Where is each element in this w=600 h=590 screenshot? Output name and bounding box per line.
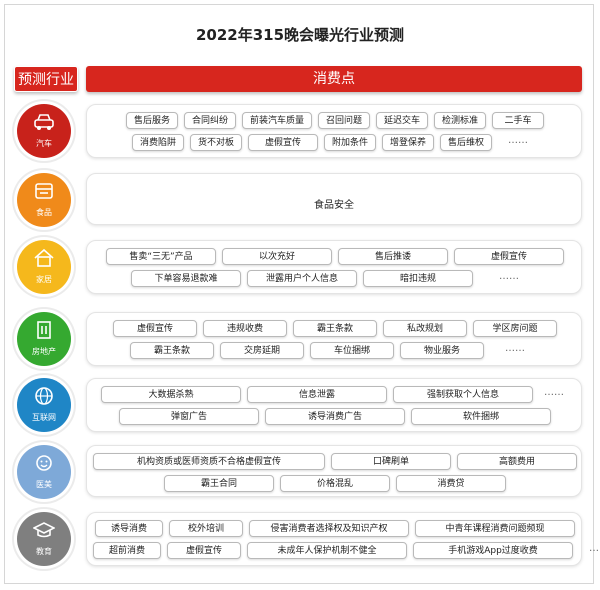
- consumer-point-tag: 延迟交车: [376, 112, 428, 129]
- industry-circle-1: 汽车: [17, 104, 71, 158]
- consumer-point-tag: 召回问题: [318, 112, 370, 129]
- consumer-point-tag: 售后维权: [440, 134, 492, 151]
- consumer-point-tag: 泄露用户个人信息: [247, 270, 357, 287]
- consumer-points-panel-1: 售后服务 合同纠纷 前装汽车质量 召回问题 延迟交车 检测标准 二手车消费陷阱 货不对板 虚假宣…: [86, 104, 582, 158]
- food-icon: [33, 181, 55, 201]
- home-icon: [33, 248, 55, 268]
- consumer-point-tag: 检测标准: [434, 112, 486, 129]
- consumer-point-tag: 学区房问题: [473, 320, 557, 337]
- more-ellipsis: ……: [505, 343, 525, 354]
- consumer-point: 食品安全: [314, 200, 354, 211]
- consumer-point-tag: 消费贷: [396, 475, 506, 492]
- consumer-point-tag: 诱导消费广告: [265, 408, 405, 425]
- industry-label: 互联网: [32, 413, 56, 422]
- industry-circle-4: 房地产: [17, 312, 71, 366]
- consumer-point-tag: 虚假宣传: [454, 248, 564, 265]
- more-ellipsis: ……: [499, 271, 519, 282]
- consumer-point-tag: 诱导消费: [95, 520, 163, 537]
- consumer-point-tag: 虚假宣传: [248, 134, 318, 151]
- more-ellipsis: ……: [544, 387, 564, 398]
- education-icon: [32, 520, 56, 540]
- beauty-icon: [33, 453, 55, 473]
- consumer-point-tag: 价格混乱: [280, 475, 390, 492]
- consumer-point-tag: 违规收费: [203, 320, 287, 337]
- consumer-points-panel-5: 大数据杀熟 信息泄露 强制获取个人信息 …… 弹窗广告 诱导消费广告 软件捆绑: [86, 378, 582, 432]
- industry-label: 家居: [36, 275, 52, 284]
- industry-label: 汽车: [36, 139, 52, 148]
- consumer-point-tag: 附加条件: [324, 134, 376, 151]
- consumer-point-tag: 中青年课程消费问题频现: [415, 520, 575, 537]
- consumer-points-panel-7: 诱导消费 校外培训 侵害消费者选择权及知识产权 中青年课程消费问题频现超前消费 虚假宣传…: [86, 512, 600, 566]
- industry-circle-3: 家居: [17, 240, 71, 294]
- industry-label: 食品: [36, 208, 52, 217]
- consumer-point-tag: 以次充好: [222, 248, 332, 265]
- consumer-point-tag: 信息泄露: [247, 386, 387, 403]
- consumer-point-tag: 增登保养: [382, 134, 434, 151]
- industry-circle-2: 食品: [17, 173, 71, 227]
- car-icon: [33, 112, 55, 132]
- consumer-point-tag: 大数据杀熟: [101, 386, 241, 403]
- consumer-points-panel-2: 食品安全: [86, 173, 582, 225]
- consumer-point-tag: 霸王条款: [293, 320, 377, 337]
- consumer-point-tag: 手机游戏App过度收费: [413, 542, 573, 559]
- consumer-point-tag: 货不对板: [190, 134, 242, 151]
- consumer-point-tag: 校外培训: [169, 520, 243, 537]
- industry-label: 医美: [36, 480, 52, 489]
- industry-circle-7: 教育: [17, 512, 71, 566]
- consumer-point-tag: 未成年人保护机制不健全: [247, 542, 407, 559]
- more-ellipsis: ……: [589, 543, 600, 554]
- building-icon: [33, 320, 55, 340]
- industry-label: 房地产: [32, 347, 56, 356]
- consumer-point-tag: 机构资质或医师资质不合格虚假宣传: [93, 453, 325, 470]
- consumer-point-tag: 虚假宣传: [113, 320, 197, 337]
- consumer-point-tag: 虚假宣传: [167, 542, 241, 559]
- consumer-point-tag: 口碑刷单: [331, 453, 451, 470]
- consumer-point-tag: 高额费用: [457, 453, 577, 470]
- consumer-point-tag: 交房延期: [220, 342, 304, 359]
- page-title: 2022年315晚会曝光行业预测: [195, 26, 405, 44]
- consumer-point-tag: 暗扣违规: [363, 270, 473, 287]
- header-industry: 预测行业: [14, 66, 78, 92]
- industry-label: 教育: [36, 547, 52, 556]
- consumer-points-panel-6: 机构资质或医师资质不合格虚假宣传 口碑刷单 高额费用霸王合同 价格混乱 消费贷: [86, 445, 582, 497]
- consumer-point-tag: 软件捆绑: [411, 408, 551, 425]
- consumer-point-tag: 售卖“三无”产品: [106, 248, 216, 265]
- more-ellipsis: ……: [508, 135, 528, 146]
- consumer-point-tag: 售后推诿: [338, 248, 448, 265]
- consumer-points-panel-3: 售卖“三无”产品 以次充好 售后推诿 虚假宣传下单容易退款难 泄露用户个人信息 暗扣违规 ……: [86, 240, 582, 294]
- industry-circle-6: 医美: [17, 445, 71, 499]
- consumer-point-tag: 强制获取个人信息: [393, 386, 533, 403]
- consumer-point-tag: 弹窗广告: [119, 408, 259, 425]
- consumer-point-tag: 霸王条款: [130, 342, 214, 359]
- consumer-point-tag: 超前消费: [93, 542, 161, 559]
- consumer-point-tag: 私改规划: [383, 320, 467, 337]
- consumer-point-tag: 霸王合同: [164, 475, 274, 492]
- consumer-point-tag: 下单容易退款难: [131, 270, 241, 287]
- consumer-point-tag: 售后服务: [126, 112, 178, 129]
- consumer-point-tag: 二手车: [492, 112, 544, 129]
- consumer-point-tag: 侵害消费者选择权及知识产权: [249, 520, 409, 537]
- consumer-point-tag: 合同纠纷: [184, 112, 236, 129]
- consumer-point-tag: 消费陷阱: [132, 134, 184, 151]
- consumer-points-panel-4: 虚假宣传 违规收费 霸王条款 私改规划 学区房问题 霸王条款 交房延期 车位捆绑 物业服务……: [86, 312, 582, 366]
- consumer-point-tag: 前装汽车质量: [242, 112, 312, 129]
- industry-circle-5: 互联网: [17, 378, 71, 432]
- internet-icon: [33, 386, 55, 406]
- consumer-point-tag: 物业服务: [400, 342, 484, 359]
- header-consumer-points: 消费点: [86, 66, 582, 92]
- consumer-point-tag: 车位捆绑: [310, 342, 394, 359]
